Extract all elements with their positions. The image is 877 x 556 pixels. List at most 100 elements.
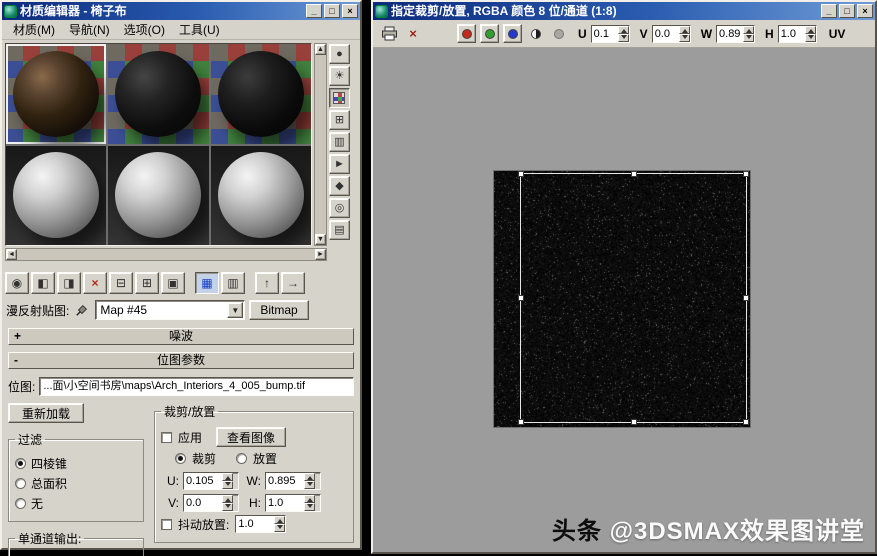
menu-utilities[interactable]: 工具(U) (172, 19, 227, 40)
w-spinner[interactable]: 0.895 (265, 472, 321, 490)
print-icon[interactable] (379, 24, 399, 44)
video-color-check-icon[interactable]: ▥ (329, 132, 350, 152)
crop-handle[interactable] (518, 171, 524, 177)
discard-icon[interactable]: × (403, 24, 423, 44)
spinner-arrows[interactable] (618, 26, 629, 42)
spinner-down-icon[interactable] (805, 34, 816, 42)
scroll-up-icon[interactable]: ▲ (315, 44, 326, 55)
spinner-arrows[interactable] (274, 516, 285, 532)
h-spinner[interactable]: 1.0 (265, 494, 321, 512)
spinner-arrows[interactable] (679, 26, 690, 42)
crop-handle[interactable] (518, 419, 524, 425)
mono-channel-button[interactable] (526, 24, 545, 43)
spinner-arrows[interactable] (304, 473, 315, 489)
spinner-arrows[interactable] (743, 26, 754, 42)
sample-slot-5[interactable] (108, 146, 208, 246)
jitter-spinner[interactable]: 1.0 (235, 515, 286, 533)
u-value[interactable]: 0.1 (592, 26, 618, 42)
chevron-down-icon[interactable]: ▼ (227, 302, 243, 318)
bitmap-path-field[interactable]: ...面\小空间书房\maps\Arch_Interiors_4_005_bum… (39, 377, 354, 396)
radio-icon[interactable] (15, 458, 26, 469)
u-spinner[interactable]: 0.1 (591, 25, 630, 43)
h-value[interactable]: 1.0 (266, 495, 304, 511)
spinner-down-icon[interactable] (222, 503, 233, 511)
sample-slot-4[interactable] (6, 146, 106, 246)
v-spinner[interactable]: 0.0 (183, 494, 239, 512)
reset-map-icon[interactable]: × (83, 272, 107, 294)
put-to-scene-icon[interactable]: ◧ (31, 272, 55, 294)
spinner-down-icon[interactable] (304, 481, 315, 489)
apply-checkbox[interactable] (161, 432, 172, 443)
eyedropper-icon[interactable] (73, 301, 91, 319)
map-name-combo[interactable]: Map #45 ▼ (95, 300, 245, 320)
spinner-up-icon[interactable] (222, 473, 233, 481)
minimize-button[interactable]: _ (821, 4, 837, 18)
crop-radio-icon[interactable] (175, 453, 186, 464)
spinner-up-icon[interactable] (222, 495, 233, 503)
menu-options[interactable]: 选项(O) (117, 19, 172, 40)
red-channel-button[interactable] (457, 24, 476, 43)
make-preview-icon[interactable]: ► (329, 154, 350, 174)
spinner-up-icon[interactable] (304, 495, 315, 503)
material-id-channel-icon[interactable]: ▣ (161, 272, 185, 294)
spinner-arrows[interactable] (222, 495, 233, 511)
rollout-noise[interactable]: + 噪波 (8, 328, 354, 345)
spinner-arrows[interactable] (805, 26, 816, 42)
menu-material[interactable]: 材质(M) (6, 19, 62, 40)
spinner-down-icon[interactable] (274, 524, 285, 532)
put-to-library-icon[interactable]: ⊞ (135, 272, 159, 294)
spinner-down-icon[interactable] (743, 34, 754, 42)
spinner-up-icon[interactable] (805, 26, 816, 34)
view-image-button[interactable]: 查看图像 (216, 427, 286, 447)
green-channel-button[interactable] (480, 24, 499, 43)
material-map-navigator-icon[interactable]: ▤ (329, 220, 350, 240)
spinner-up-icon[interactable] (679, 26, 690, 34)
v-value[interactable]: 0.0 (653, 26, 679, 42)
reload-button[interactable]: 重新加载 (8, 403, 84, 423)
select-by-material-icon[interactable]: ◎ (329, 198, 350, 218)
spinner-down-icon[interactable] (304, 503, 315, 511)
menu-navigation[interactable]: 导航(N) (62, 19, 117, 40)
rollout-bitmap-params[interactable]: - 位图参数 (8, 352, 354, 369)
map-type-button[interactable]: Bitmap (249, 300, 308, 320)
spinner-up-icon[interactable] (743, 26, 754, 34)
scroll-left-icon[interactable]: ◄ (6, 249, 17, 260)
h-value[interactable]: 1.0 (779, 26, 805, 42)
sample-uv-tiling-icon[interactable]: ⊞ (329, 110, 350, 130)
radio-icon[interactable] (15, 478, 26, 489)
material-editor-titlebar[interactable]: 材质编辑器 - 椅子布 _ □ × (2, 2, 360, 20)
spinner-up-icon[interactable] (274, 516, 285, 524)
spinner-up-icon[interactable] (304, 473, 315, 481)
alpha-channel-button[interactable] (549, 24, 568, 43)
sample-slot-2[interactable] (108, 44, 208, 144)
crop-handle[interactable] (631, 171, 637, 177)
radio-summed-area[interactable]: 总面积 (15, 475, 137, 492)
spinner-up-icon[interactable] (618, 26, 629, 34)
go-forward-sibling-icon[interactable]: → (281, 272, 305, 294)
w-value[interactable]: 0.895 (266, 473, 304, 489)
minimize-button[interactable]: _ (306, 4, 322, 18)
blue-channel-button[interactable] (503, 24, 522, 43)
crop-handle[interactable] (518, 295, 524, 301)
assign-to-selection-icon[interactable]: ◨ (57, 272, 81, 294)
go-to-parent-icon[interactable]: ↑ (255, 272, 279, 294)
show-end-result-icon[interactable]: ▥ (221, 272, 245, 294)
crop-handle[interactable] (743, 295, 749, 301)
u-value[interactable]: 0.105 (184, 473, 222, 489)
v-value[interactable]: 0.0 (184, 495, 222, 511)
jitter-value[interactable]: 1.0 (236, 516, 274, 532)
sample-slot-3[interactable] (211, 44, 311, 144)
crop-handle[interactable] (631, 419, 637, 425)
sample-type-icon[interactable]: ● (329, 44, 350, 64)
options-icon[interactable]: ◆ (329, 176, 350, 196)
crop-region[interactable] (520, 173, 747, 423)
crop-handle[interactable] (743, 419, 749, 425)
sample-slot-6[interactable] (211, 146, 311, 246)
h-spinner[interactable]: 1.0 (778, 25, 817, 43)
show-map-in-viewport-icon[interactable]: ▦ (195, 272, 219, 294)
u-spinner[interactable]: 0.105 (183, 472, 239, 490)
get-material-icon[interactable]: ◉ (5, 272, 29, 294)
jitter-checkbox[interactable] (161, 519, 172, 530)
place-radio-icon[interactable] (236, 453, 247, 464)
slots-horizontal-scrollbar[interactable]: ◄ ► (5, 248, 327, 261)
